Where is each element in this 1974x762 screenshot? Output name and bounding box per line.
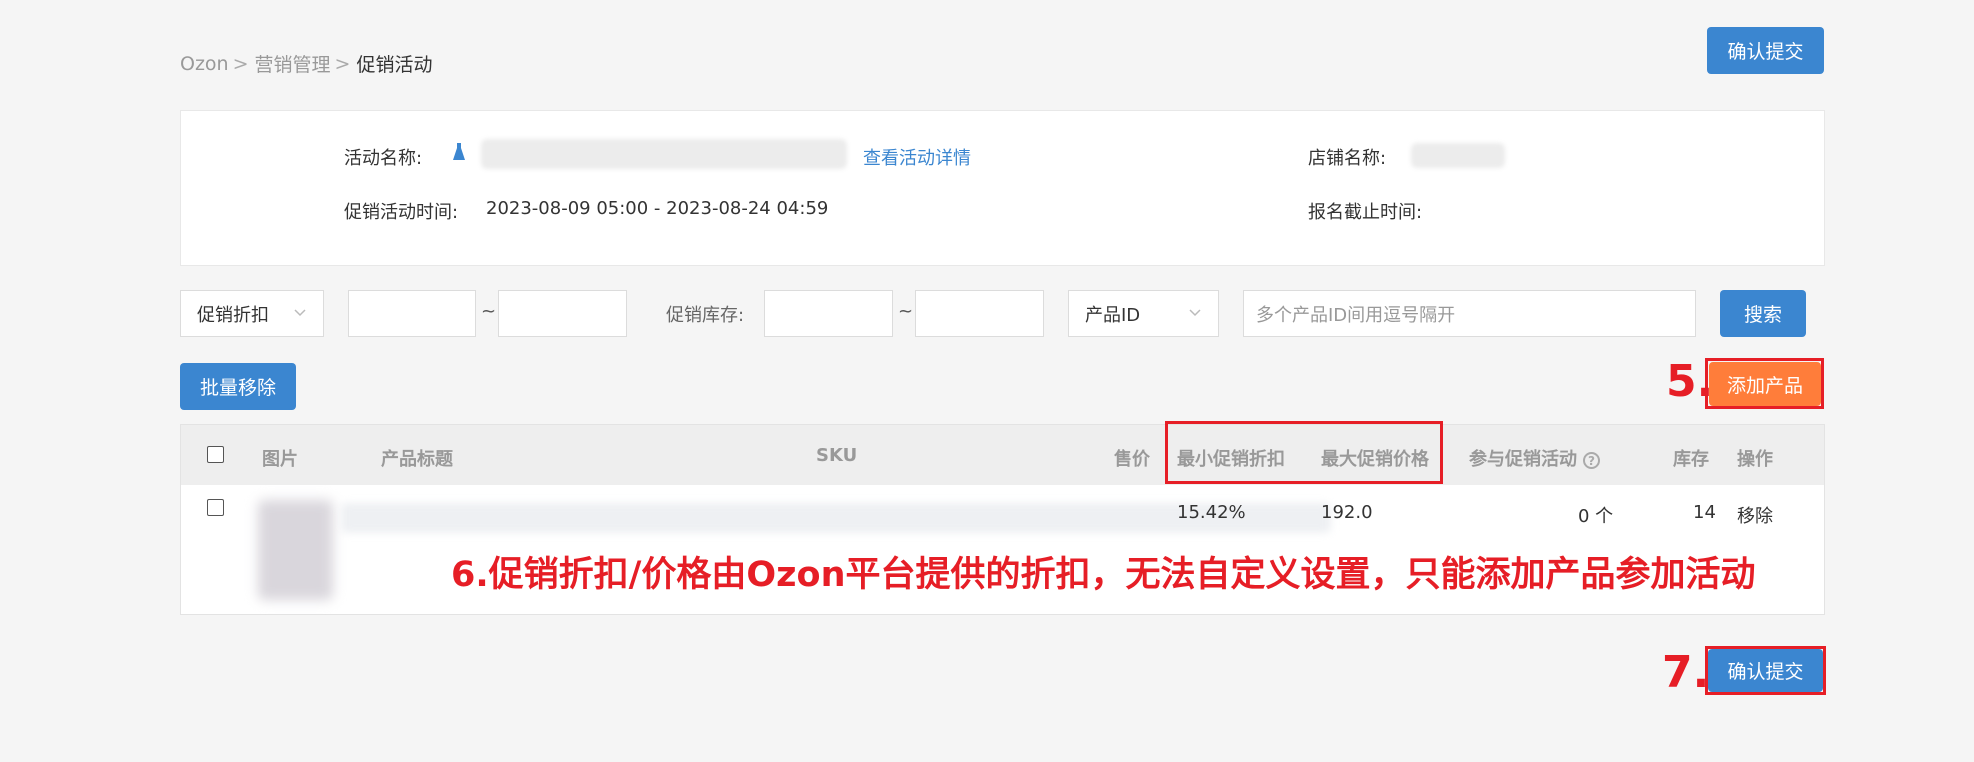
activity-name-label: 活动名称: bbox=[344, 148, 423, 169]
store-name-redacted bbox=[1411, 143, 1505, 168]
view-activity-details-link[interactable]: 查看活动详情 bbox=[863, 144, 971, 170]
column-header-actions: 操作 bbox=[1737, 449, 1773, 470]
search-button[interactable]: 搜索 bbox=[1720, 290, 1806, 337]
column-header-sku: SKU bbox=[816, 445, 858, 466]
breadcrumb-separator: > bbox=[334, 52, 351, 75]
column-header-activities: 参与促销活动? bbox=[1469, 445, 1600, 471]
column-header-stock: 库存 bbox=[1673, 449, 1709, 470]
chevron-down-icon bbox=[293, 301, 307, 329]
deadline-label: 报名截止时间: bbox=[1308, 202, 1423, 223]
select-all-checkbox[interactable] bbox=[207, 446, 224, 463]
confirm-submit-button-top[interactable]: 确认提交 bbox=[1707, 27, 1824, 74]
discount-select[interactable]: 促销折扣 bbox=[180, 290, 324, 337]
row-remove-link[interactable]: 移除 bbox=[1737, 502, 1773, 528]
discount-max-input[interactable] bbox=[498, 290, 627, 337]
chevron-down-icon bbox=[1188, 301, 1202, 329]
step-7-annotation: 7. bbox=[1662, 647, 1710, 698]
range-separator: ~ bbox=[481, 301, 497, 322]
column-header-activities-label: 参与促销活动 bbox=[1469, 449, 1577, 470]
activity-time-label: 促销活动时间: bbox=[344, 202, 459, 223]
breadcrumb-item-marketing[interactable]: 营销管理 bbox=[255, 50, 331, 77]
column-header-title: 产品标题 bbox=[381, 449, 453, 470]
product-image-redacted bbox=[258, 500, 333, 600]
breadcrumb-item-ozon[interactable]: Ozon bbox=[180, 53, 229, 75]
confirm-submit-highlight bbox=[1705, 646, 1826, 695]
table-header: 图片 产品标题 SKU 售价 最小促销折扣 最大促销价格 参与促销活动? 库存 … bbox=[181, 425, 1824, 485]
discount-select-value: 促销折扣 bbox=[197, 304, 269, 326]
discount-min-input[interactable] bbox=[348, 290, 476, 337]
help-icon[interactable]: ? bbox=[1583, 451, 1600, 469]
stock-min-input[interactable] bbox=[764, 290, 893, 337]
breadcrumb: Ozon > 营销管理 > 促销活动 bbox=[180, 50, 432, 77]
breadcrumb-item-current: 促销活动 bbox=[356, 54, 433, 76]
activity-type-icon bbox=[451, 142, 467, 162]
discount-price-highlight bbox=[1165, 421, 1443, 484]
product-ids-placeholder: 多个产品ID间用逗号隔开 bbox=[1256, 304, 1456, 326]
column-header-image: 图片 bbox=[262, 449, 298, 470]
row-activities: 0 个 bbox=[1578, 506, 1614, 527]
store-name-label: 店铺名称: bbox=[1308, 148, 1387, 169]
activity-time-value: 2023-08-09 05:00 - 2023-08-24 04:59 bbox=[486, 198, 829, 219]
row-stock: 14 bbox=[1693, 502, 1716, 523]
stock-max-input[interactable] bbox=[915, 290, 1044, 337]
breadcrumb-separator: > bbox=[232, 52, 249, 75]
product-id-select[interactable]: 产品ID bbox=[1068, 290, 1219, 337]
activity-name-redacted bbox=[481, 139, 847, 169]
column-header-price: 售价 bbox=[1114, 449, 1150, 470]
row-max-price: 192.0 bbox=[1321, 502, 1373, 523]
range-separator: ~ bbox=[898, 301, 914, 322]
row-min-discount: 15.42% bbox=[1177, 502, 1246, 523]
add-product-highlight bbox=[1705, 358, 1824, 409]
product-id-select-value: 产品ID bbox=[1085, 304, 1141, 326]
row-checkbox[interactable] bbox=[207, 499, 224, 516]
activity-info-card: 活动名称: 查看活动详情 促销活动时间: 2023-08-09 05:00 - … bbox=[180, 110, 1825, 266]
promo-stock-label: 促销库存: bbox=[666, 305, 745, 326]
promotion-page: Ozon > 营销管理 > 促销活动 确认提交 活动名称: 查看活动详情 促销活… bbox=[0, 0, 1974, 762]
step-6-annotation: 6.促销折扣/价格由Ozon平台提供的折扣，无法自定义设置，只能添加产品参加活动 bbox=[447, 546, 1760, 597]
batch-remove-button[interactable]: 批量移除 bbox=[180, 363, 296, 410]
product-ids-input[interactable]: 多个产品ID间用逗号隔开 bbox=[1243, 290, 1696, 337]
